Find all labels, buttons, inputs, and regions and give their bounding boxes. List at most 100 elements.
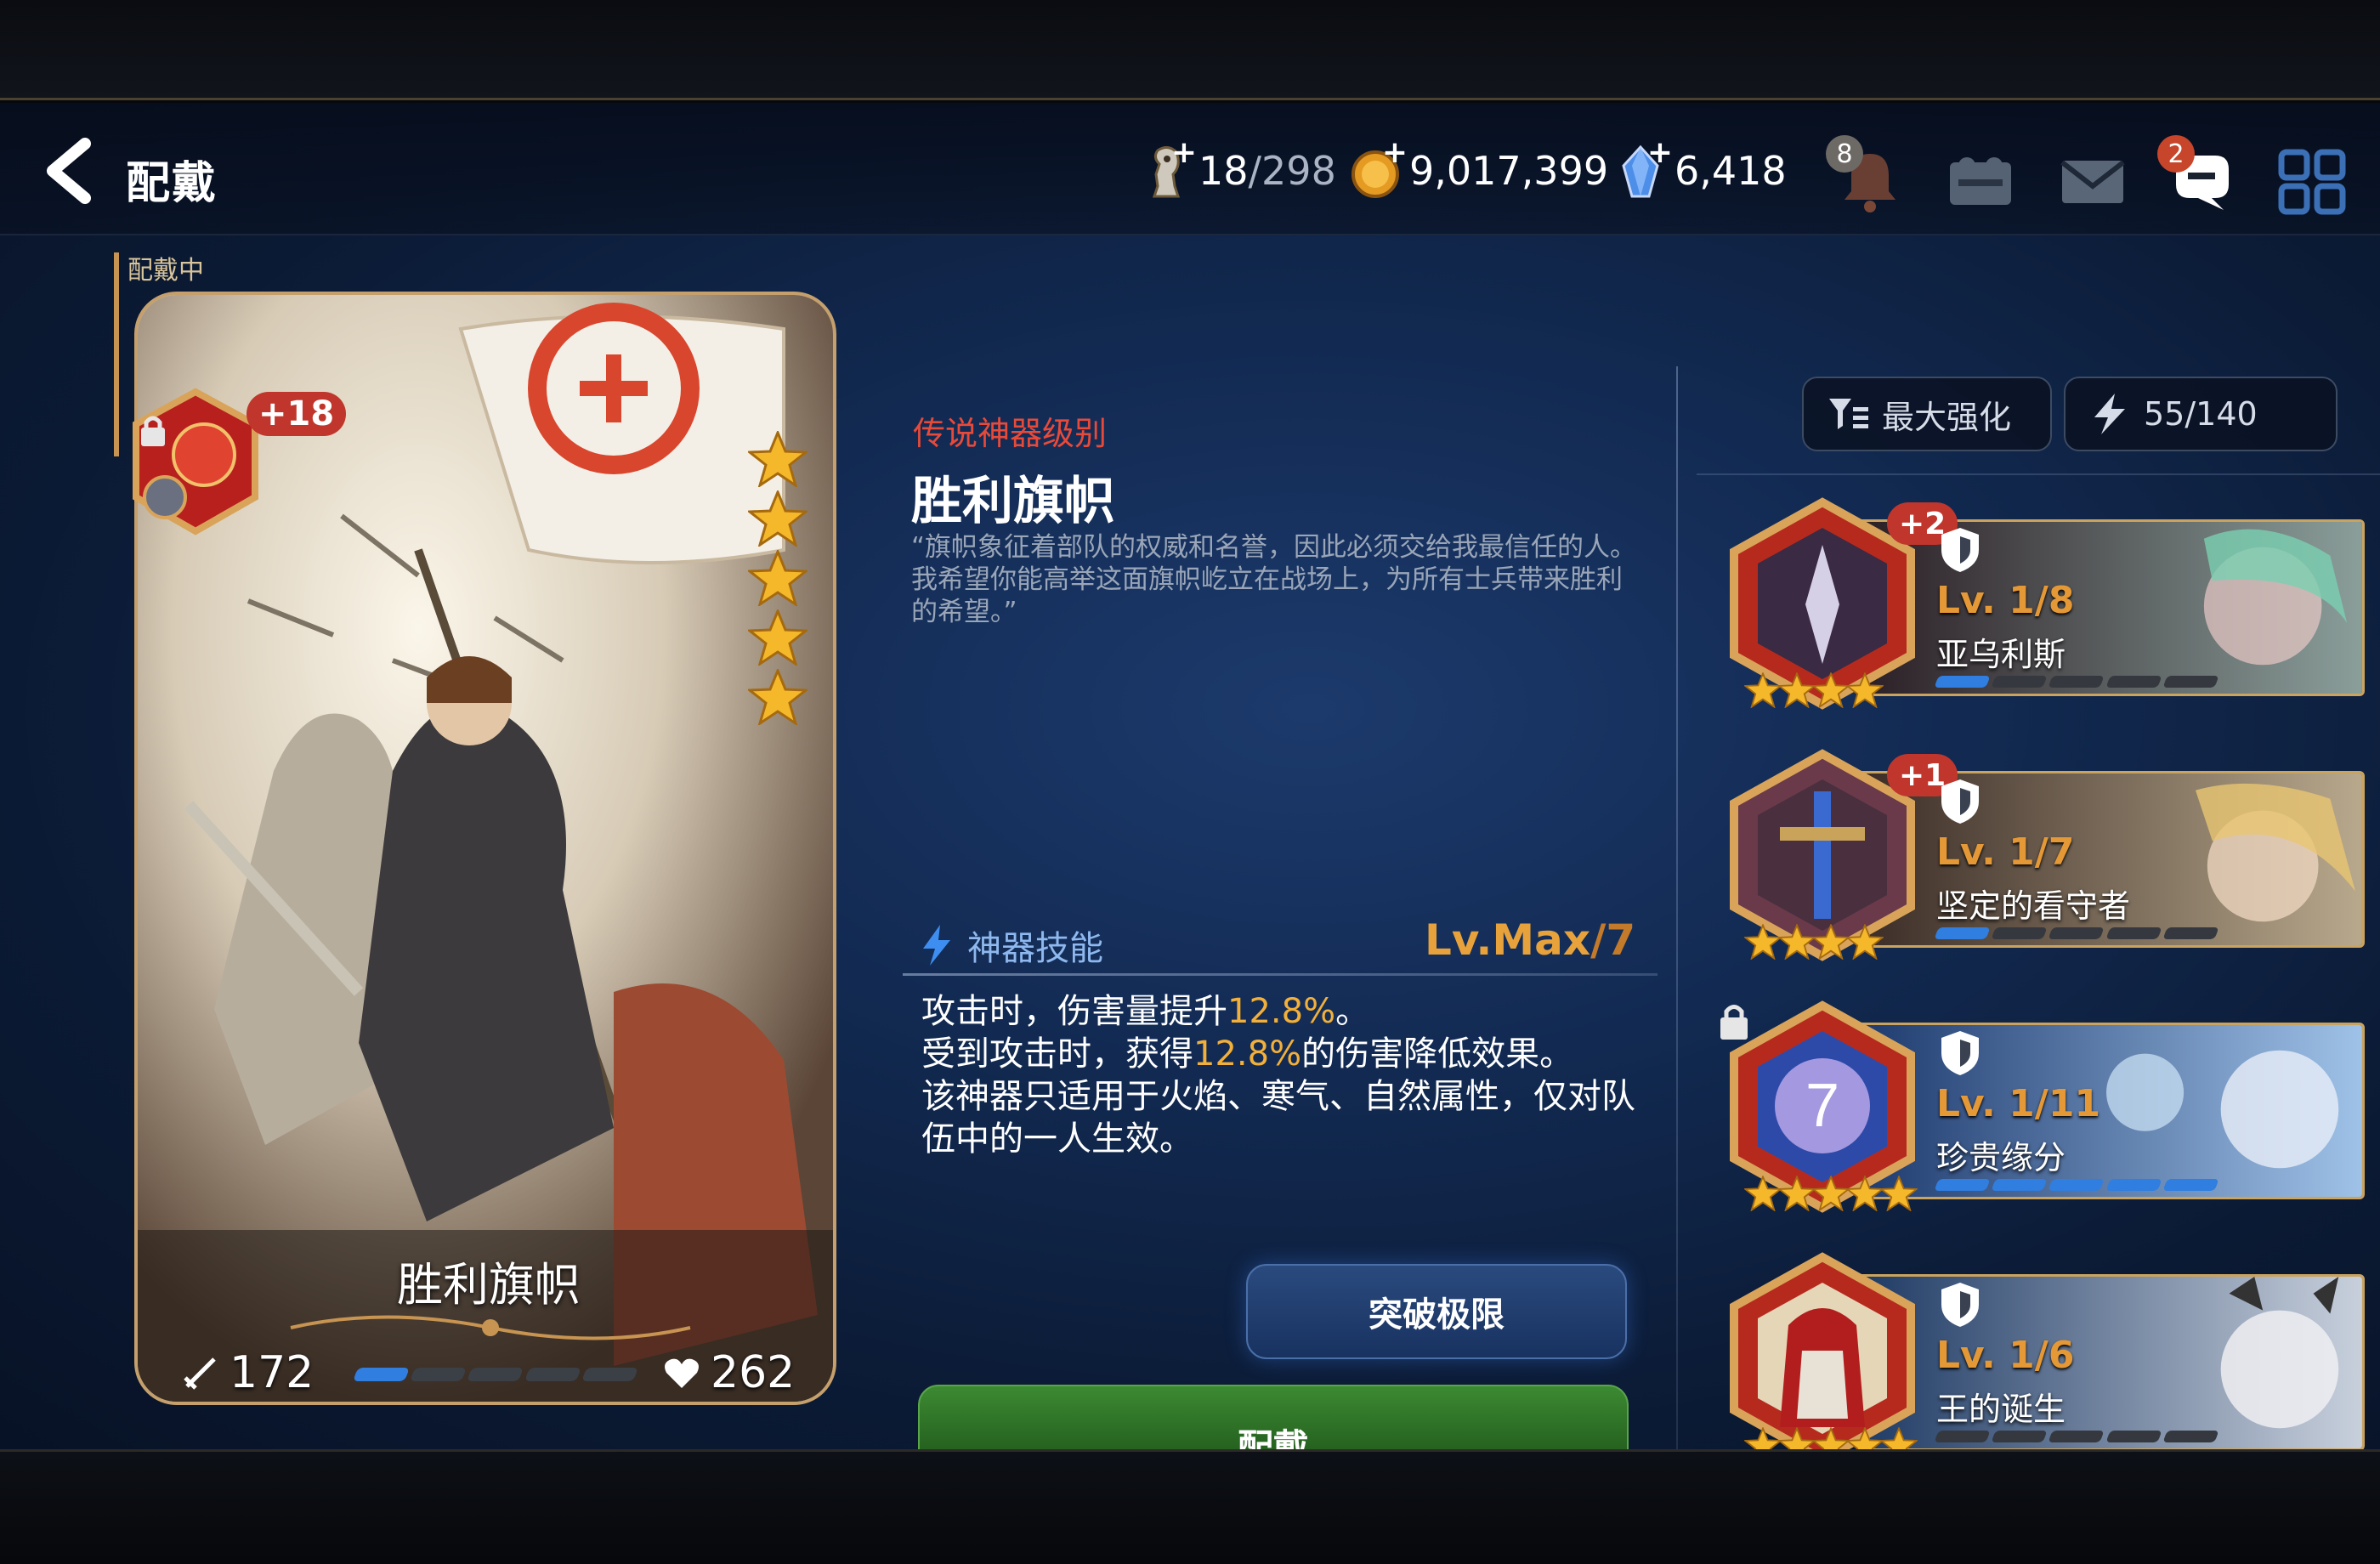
star-icon <box>1778 672 1816 708</box>
stamina-max: /298 <box>1248 148 1336 194</box>
lock-icon <box>141 416 165 446</box>
item-name: 王的诞生 <box>1936 1391 2066 1428</box>
card-enhance-badge: +18 <box>246 392 347 436</box>
gold-amount: 9,017,399 <box>1409 148 1609 194</box>
skill-value-1: 12.8% <box>1227 992 1336 1031</box>
star-icon <box>745 548 810 608</box>
menu-button[interactable] <box>2270 137 2354 222</box>
item-panel <box>1856 519 2365 696</box>
artifact-emblem <box>1730 1252 1915 1449</box>
add-stamina-icon[interactable]: + <box>1171 135 1197 170</box>
skill-level: Lv.Max/7 <box>1425 915 1635 965</box>
gold-resource[interactable]: + 9,017,399 <box>1350 135 1609 201</box>
star-icon <box>1744 924 1782 960</box>
bottom-bezel <box>0 1449 2380 1564</box>
star-icon <box>745 489 810 548</box>
star-icon <box>1778 1176 1816 1211</box>
skill-label: 神器技能 <box>967 929 1103 968</box>
item-exp-bar <box>1934 676 2219 688</box>
shield-icon <box>1941 1031 1979 1075</box>
star-icon <box>1744 672 1782 708</box>
gold-coin-icon: + <box>1350 135 1408 201</box>
star-icon <box>1778 1427 1816 1449</box>
add-gold-icon[interactable]: + <box>1382 135 1408 170</box>
capacity-indicator[interactable]: 55/140 <box>2064 377 2338 451</box>
artifact-list-item[interactable]: +1 Lv. 1/7 坚定的看守者 <box>1720 745 2365 961</box>
item-exp-bar <box>1934 1431 2219 1442</box>
skill-line-1-end: 。 <box>1335 992 1370 1031</box>
mail-button[interactable] <box>2050 137 2135 222</box>
skill-value-2: 12.8% <box>1193 1034 1302 1074</box>
break-limit-button[interactable]: 突破极限 <box>1246 1264 1627 1359</box>
grid-menu-icon <box>2278 149 2346 215</box>
item-name: 亚乌利斯 <box>1936 636 2066 673</box>
page-title: 配戴 <box>126 158 218 209</box>
knight-stamina-icon: + <box>1139 135 1197 201</box>
item-star-rating <box>1744 1427 1918 1449</box>
item-level: Lv. 1/6 <box>1936 1334 2075 1377</box>
notification-button[interactable]: 8 <box>1826 135 1912 222</box>
star-icon <box>1846 1176 1884 1211</box>
artifact-list-item[interactable]: +2 Lv. 1/8 亚乌利斯 <box>1720 494 2365 710</box>
skill-level-max: /7 <box>1590 915 1636 965</box>
artifact-description: “旗帜象征着部队的权威和名誉，因此必须交给我最信任的人。我希望你能高举这面旗帜屹… <box>911 532 1637 627</box>
item-panel <box>1856 1274 2365 1449</box>
stamina-resource[interactable]: + 18/298 <box>1139 135 1336 201</box>
party-button[interactable] <box>1938 137 2023 222</box>
star-icon <box>745 667 810 727</box>
back-arrow-icon <box>47 138 91 204</box>
svg-text:7: 7 <box>1805 1072 1839 1140</box>
skill-line-2-end: 的伤害降低效果。 <box>1301 1034 1574 1074</box>
artifact-name: 胜利旗帜 <box>911 472 1115 531</box>
star-icon <box>745 608 810 667</box>
artifact-list-item[interactable]: 7 Lv. 1/11 珍贵缘分 <box>1720 997 2365 1213</box>
star-icon <box>1812 672 1850 708</box>
shield-icon <box>1941 528 1979 572</box>
item-level: Lv. 1/7 <box>1936 830 2075 874</box>
item-star-rating <box>1744 924 1884 960</box>
notification-badge: 8 <box>1826 135 1863 173</box>
item-star-rating <box>1744 672 1884 708</box>
star-icon <box>745 429 810 489</box>
skill-level-current: Lv.Max <box>1425 915 1591 965</box>
party-members-icon <box>1950 157 2011 205</box>
back-button[interactable] <box>37 137 105 205</box>
skill-header: 神器技能 <box>918 921 1103 970</box>
item-name: 坚定的看守者 <box>1936 887 2131 925</box>
chat-button[interactable]: 2 <box>2157 135 2244 222</box>
chat-badge: 2 <box>2157 135 2195 173</box>
equip-button[interactable]: 配戴 <box>918 1385 1629 1449</box>
top-bezel <box>0 0 2380 100</box>
skill-divider <box>903 973 1658 976</box>
health-value: 262 <box>711 1347 796 1398</box>
star-icon <box>1880 1176 1918 1211</box>
equipped-artifact-emblem <box>133 388 258 536</box>
artifact-list-item[interactable]: Lv. 1/6 王的诞生 <box>1720 1249 2365 1449</box>
add-crystal-icon[interactable]: + <box>1647 135 1673 170</box>
sort-button[interactable]: 最大强化 <box>1802 377 2052 451</box>
crystal-resource[interactable]: + 6,418 <box>1615 135 1787 201</box>
lightning-icon <box>923 925 950 966</box>
skill-line-2: 受到攻击时，获得 <box>921 1034 1193 1074</box>
attack-stat: 172 <box>180 1347 314 1398</box>
star-icon <box>1778 924 1816 960</box>
item-exp-bar <box>1934 927 2219 939</box>
skill-line-1: 攻击时，伤害量提升 <box>921 992 1227 1031</box>
star-icon <box>1812 924 1850 960</box>
lightning-icon <box>2094 394 2125 434</box>
crystal-icon: + <box>1615 135 1673 201</box>
attack-value: 172 <box>230 1347 314 1398</box>
equipped-marker <box>114 252 119 456</box>
star-icon <box>1744 1176 1782 1211</box>
item-name: 珍贵缘分 <box>1936 1139 2066 1176</box>
game-screen: 配戴 + 18/298 + 9,017,399 + 6,418 8 2 配戴中 … <box>0 103 2380 1449</box>
crystal-amount: 6,418 <box>1674 148 1787 194</box>
lock-icon[interactable] <box>1715 1000 1753 1043</box>
card-star-rating <box>745 429 816 728</box>
list-divider <box>1676 366 1678 1449</box>
star-icon <box>1812 1176 1850 1211</box>
heart-icon <box>665 1358 699 1388</box>
skill-line-3: 该神器只适用于火焰、寒气、自然属性，仅对队伍中的一人生效。 <box>921 1077 1635 1159</box>
star-icon <box>1846 1427 1884 1449</box>
skill-description: 攻击时，伤害量提升12.8%。 受到攻击时，获得12.8%的伤害降低效果。 该神… <box>921 990 1652 1160</box>
